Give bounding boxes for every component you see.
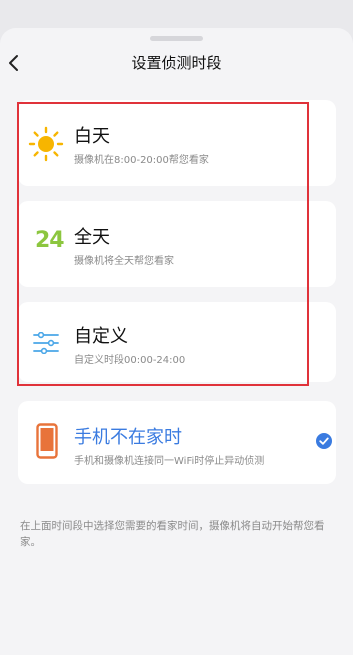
option-custom[interactable]: 自定义 自定义时段00:00-24:00	[18, 302, 336, 382]
24-hours-icon: 24	[35, 228, 65, 253]
sun-icon	[28, 126, 64, 166]
option-title: 全天	[74, 227, 110, 248]
page-title: 设置侦测时段	[131, 54, 222, 72]
option-title: 手机不在家时	[74, 427, 182, 448]
hint-text: 在上面时间段中选择您需要的看家时间，摄像机将自动开始帮您看家。	[20, 520, 325, 548]
bottom-sheet: 设置侦测时段 白天 摄像机在8:00-20:00帮您看家 24 全天 摄像机将全…	[0, 28, 353, 655]
sliders-icon	[32, 331, 60, 358]
phone-icon	[36, 423, 58, 463]
option-subtitle: 摄像机将全天帮您看家	[74, 256, 174, 267]
selected-check-icon	[316, 433, 332, 449]
header: 设置侦测时段	[0, 28, 353, 100]
option-all-day[interactable]: 24 全天 摄像机将全天帮您看家	[18, 201, 336, 287]
option-title: 自定义	[74, 326, 128, 347]
option-phone-away[interactable]: 手机不在家时 手机和摄像机连接同一WiFi时停止异动侦测	[18, 401, 336, 484]
option-subtitle: 摄像机在8:00-20:00帮您看家	[74, 155, 209, 166]
option-daytime[interactable]: 白天 摄像机在8:00-20:00帮您看家	[18, 100, 336, 186]
option-title: 白天	[74, 126, 110, 147]
option-subtitle: 手机和摄像机连接同一WiFi时停止异动侦测	[74, 456, 265, 467]
option-subtitle: 自定义时段00:00-24:00	[74, 355, 186, 366]
